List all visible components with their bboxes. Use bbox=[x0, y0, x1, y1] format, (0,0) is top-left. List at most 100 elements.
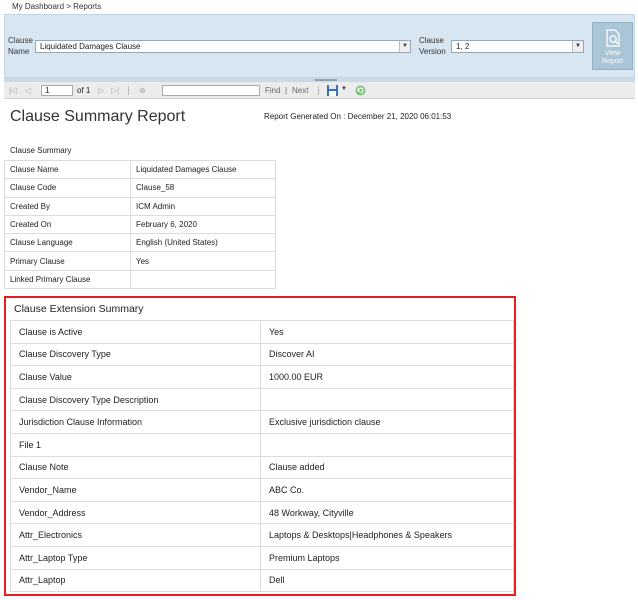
table-row: Attr_Laptop Type Premium Laptops bbox=[10, 545, 514, 570]
row-value: Premium Laptops bbox=[260, 545, 514, 570]
table-row: Linked Primary Clause bbox=[4, 269, 276, 290]
row-value: February 6, 2020 bbox=[130, 214, 276, 235]
row-value: Yes bbox=[260, 320, 514, 344]
first-page-icon[interactable]: |◁ bbox=[9, 85, 17, 96]
row-label: File 1 bbox=[10, 432, 261, 457]
chevron-down-icon[interactable]: ▼ bbox=[399, 41, 410, 52]
refresh-icon[interactable] bbox=[354, 84, 367, 97]
row-label: Attr_Laptop Type bbox=[10, 545, 261, 570]
row-value bbox=[260, 432, 514, 457]
clause-extension-table: Clause is Active Yes Clause Discovery Type… bbox=[10, 320, 514, 593]
row-label: Attr_Electronics bbox=[10, 523, 261, 547]
chevron-down-icon[interactable]: ▼ bbox=[572, 41, 583, 52]
row-label: Clause is Active bbox=[10, 320, 261, 344]
row-value: Discover AI bbox=[260, 342, 514, 367]
row-value: 48 Workway, Cityville bbox=[260, 500, 514, 525]
row-label: Jurisdiction Clause Information bbox=[10, 410, 261, 434]
find-link[interactable]: Find bbox=[265, 85, 281, 96]
clause-version-select[interactable]: 1, 2 ▼ bbox=[451, 40, 584, 53]
table-row: Created By ICM Admin bbox=[4, 196, 276, 216]
table-row: Clause Value 1000.00 EUR bbox=[10, 365, 514, 389]
clause-name-label-line2: Name bbox=[8, 47, 30, 56]
clause-name-label-line1: Clause bbox=[8, 36, 33, 45]
row-label: Created By bbox=[4, 196, 131, 216]
row-label: Clause Discovery Type Description bbox=[10, 387, 261, 412]
clause-extension-summary-section: Clause Extension Summary Clause is Activ… bbox=[4, 296, 516, 596]
row-value bbox=[130, 269, 276, 290]
table-row: Attr_Laptop Dell bbox=[10, 568, 514, 593]
report-search-icon bbox=[605, 29, 620, 47]
clause-extension-summary-heading: Clause Extension Summary bbox=[14, 303, 144, 315]
table-row: Vendor_Address 48 Workway, Cityville bbox=[10, 500, 514, 525]
last-page-icon[interactable]: ▷| bbox=[111, 85, 119, 96]
view-report-label-line2: Report bbox=[601, 58, 623, 65]
clause-summary-heading: Clause Summary bbox=[10, 146, 72, 155]
clause-version-label-line2: Version bbox=[419, 47, 446, 56]
row-label: Created On bbox=[4, 214, 131, 235]
page-number-input[interactable]: 1 bbox=[41, 85, 73, 96]
back-icon[interactable]: ⊗ bbox=[139, 85, 146, 96]
row-label: Clause Note bbox=[10, 455, 261, 480]
clause-name-select[interactable]: Liquidated Damages Clause ▼ bbox=[35, 40, 411, 53]
table-row: File 1 bbox=[10, 432, 514, 457]
page-title: Clause Summary Report bbox=[10, 108, 186, 125]
table-row: Clause Note Clause added bbox=[10, 455, 514, 480]
clause-version-label-line1: Clause bbox=[419, 36, 444, 45]
find-separator: | bbox=[285, 86, 288, 95]
row-value bbox=[260, 387, 514, 412]
row-label: Clause Discovery Type bbox=[10, 342, 261, 367]
parameter-panel: Clause Name Liquidated Damages Clause ▼ … bbox=[4, 14, 635, 78]
row-value: Clause_58 bbox=[130, 178, 276, 198]
clause-version-label: Clause Version bbox=[419, 35, 446, 57]
table-row: Clause Discovery Type Discover AI bbox=[10, 342, 514, 367]
row-value: Liquidated Damages Clause bbox=[130, 159, 276, 180]
table-row: Created On February 6, 2020 bbox=[4, 214, 276, 235]
page-count: of 1 bbox=[77, 86, 91, 95]
next-page-icon[interactable]: ▷ bbox=[98, 85, 104, 96]
table-row: Clause Code Clause_58 bbox=[4, 178, 276, 198]
find-input[interactable] bbox=[162, 85, 260, 96]
table-row: Clause Language English (United States) bbox=[4, 233, 276, 253]
splitter-grip[interactable] bbox=[315, 79, 337, 81]
table-row: Attr_Electronics Laptops & Desktops|Headp… bbox=[10, 523, 514, 547]
row-label: Attr_Laptop bbox=[10, 568, 261, 593]
row-value: Laptops & Desktops|Headphones & Speakers bbox=[260, 523, 514, 547]
view-report-label-line1: View bbox=[604, 50, 621, 57]
row-label: Vendor_Name bbox=[10, 478, 261, 502]
row-value: Exclusive jurisdiction clause bbox=[260, 410, 514, 434]
row-value: Clause added bbox=[260, 455, 514, 480]
table-row: Primary Clause Yes bbox=[4, 251, 276, 271]
row-value: 1000.00 EUR bbox=[260, 365, 514, 389]
row-value: English (United States) bbox=[130, 233, 276, 253]
row-value: ICM Admin bbox=[130, 196, 276, 216]
row-label: Linked Primary Clause bbox=[4, 269, 131, 290]
export-chevron-down-icon[interactable]: ▼ bbox=[341, 84, 347, 95]
row-label: Clause Code bbox=[4, 178, 131, 198]
next-link[interactable]: Next bbox=[292, 85, 308, 96]
row-value: ABC Co. bbox=[260, 478, 514, 502]
clause-name-value: Liquidated Damages Clause bbox=[40, 42, 141, 51]
breadcrumb: My Dashboard > Reports bbox=[12, 2, 102, 11]
row-label: Vendor_Address bbox=[10, 500, 261, 525]
table-row: Clause Discovery Type Description bbox=[10, 387, 514, 412]
prev-page-icon[interactable]: ◁ bbox=[25, 85, 31, 96]
row-label: Primary Clause bbox=[4, 251, 131, 271]
row-label: Clause Name bbox=[4, 159, 131, 180]
table-row: Jurisdiction Clause Information Exclusive… bbox=[10, 410, 514, 434]
toolbar-divider bbox=[318, 86, 319, 95]
table-row: Clause Name Liquidated Damages Clause bbox=[4, 159, 276, 180]
clause-version-value: 1, 2 bbox=[456, 42, 470, 51]
clause-summary-table: Clause Name Liquidated Damages Clause Clau… bbox=[4, 159, 276, 290]
row-value: Yes bbox=[130, 251, 276, 271]
export-save-icon[interactable] bbox=[326, 84, 340, 97]
table-row: Vendor_Name ABC Co. bbox=[10, 478, 514, 502]
table-row: Clause is Active Yes bbox=[10, 320, 514, 344]
clause-name-label: Clause Name bbox=[8, 35, 33, 57]
row-label: Clause Language bbox=[4, 233, 131, 253]
report-toolbar: |◁ ◁ 1 of 1 ▷ ▷| ⊗ Find | Next ▼ bbox=[4, 82, 635, 99]
toolbar-divider bbox=[128, 86, 129, 95]
view-report-button[interactable]: View Report bbox=[592, 22, 633, 70]
row-label: Clause Value bbox=[10, 365, 261, 389]
report-generated-timestamp: Report Generated On : December 21, 2020 … bbox=[264, 112, 452, 121]
row-value: Dell bbox=[260, 568, 514, 593]
